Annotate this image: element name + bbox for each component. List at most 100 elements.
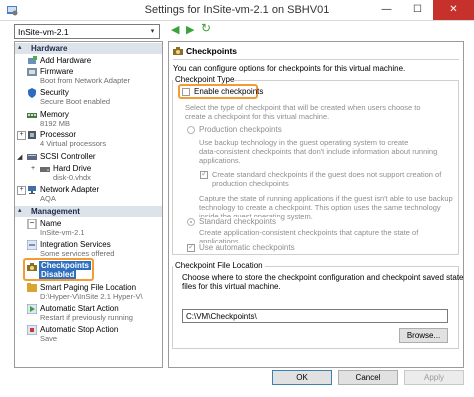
checkpoint-camera-icon bbox=[27, 263, 37, 271]
management-section-header[interactable]: ▴ Management bbox=[15, 206, 162, 217]
minimize-button[interactable]: — bbox=[371, 0, 402, 20]
panel-intro: You can configure options for checkpoint… bbox=[173, 64, 406, 73]
sidebar-item-automatic-stop[interactable]: Automatic Stop Action bbox=[40, 325, 118, 334]
automatic-stop-detail: Save bbox=[40, 334, 58, 343]
enable-checkpoints-checkbox[interactable] bbox=[182, 88, 190, 96]
close-button[interactable]: ✕ bbox=[433, 0, 474, 20]
collapse-scsi-icon[interactable]: ◢ bbox=[17, 153, 22, 161]
chevron-down-icon: ▾ bbox=[150, 28, 155, 35]
smart-paging-detail: D:\Hyper-V\InSite 2.1 Hyper-V\ bbox=[40, 292, 143, 301]
network-adapter-detail: AQA bbox=[40, 194, 56, 203]
sidebar-item-name[interactable]: Name bbox=[40, 219, 61, 228]
browse-button[interactable]: Browse... bbox=[399, 328, 448, 343]
checkpoint-location-value: C:\VM\Checkpoints\ bbox=[186, 312, 257, 321]
automatic-checkpoints-checkbox[interactable] bbox=[187, 242, 195, 252]
automatic-checkpoints-label[interactable]: Use automatic checkpoints bbox=[199, 243, 295, 252]
create-standard-label-2: production checkpoints bbox=[212, 179, 289, 188]
expand-processor-icon[interactable]: + bbox=[17, 131, 26, 140]
create-standard-label[interactable]: Create standard checkpoints if the guest… bbox=[212, 170, 441, 179]
sidebar-item-processor[interactable]: Processor bbox=[40, 130, 76, 139]
sidebar-item-firmware[interactable]: Firmware bbox=[40, 67, 73, 76]
production-description: Use backup technology in the guest opera… bbox=[199, 138, 409, 147]
firmware-detail: Boot from Network Adapter bbox=[40, 76, 131, 85]
auto-start-icon bbox=[27, 304, 37, 314]
location-description: Choose where to store the checkpoint con… bbox=[182, 273, 464, 282]
title-bar: Settings for InSite-vm-2.1 on SBHV01 — ☐… bbox=[0, 0, 474, 21]
production-description-3: applications. bbox=[199, 156, 241, 165]
location-description-2: files for this virtual machine. bbox=[182, 282, 281, 291]
create-standard-checkbox[interactable] bbox=[200, 169, 208, 179]
smart-paging-icon bbox=[27, 283, 37, 292]
cancel-button[interactable]: Cancel bbox=[338, 370, 398, 385]
standard-description: Create application-consistent checkpoint… bbox=[199, 228, 419, 237]
location-border-left bbox=[172, 266, 173, 348]
maximize-button[interactable]: ☐ bbox=[402, 0, 433, 20]
location-border-bottom bbox=[172, 348, 459, 349]
sidebar-item-add-hardware[interactable]: Add Hardware bbox=[40, 56, 91, 65]
security-detail: Secure Boot enabled bbox=[40, 97, 111, 106]
automatic-start-detail: Restart if previously running bbox=[40, 313, 133, 322]
shield-icon bbox=[28, 88, 36, 98]
production-checkpoints-radio[interactable] bbox=[187, 126, 195, 134]
group-border-left bbox=[172, 80, 173, 254]
panel-title: Checkpoints bbox=[186, 46, 238, 56]
sidebar-item-checkpoints[interactable]: Checkpoints bbox=[39, 261, 92, 270]
location-group-label: Checkpoint File Location bbox=[175, 261, 263, 270]
name-icon bbox=[27, 219, 37, 229]
ok-button[interactable]: OK bbox=[272, 370, 332, 385]
standard-checkpoints-radio[interactable] bbox=[187, 218, 195, 226]
name-detail: InSite-vm-2.1 bbox=[40, 228, 85, 237]
hard-drive-icon bbox=[40, 167, 50, 172]
sidebar-item-memory[interactable]: Memory bbox=[40, 110, 69, 119]
processor-detail: 4 Virtual processors bbox=[40, 139, 107, 148]
production-checkpoints-label[interactable]: Production checkpoints bbox=[199, 125, 282, 134]
group-border-top bbox=[233, 80, 458, 81]
standard-checkpoints-label[interactable]: Standard checkpoints bbox=[199, 217, 280, 226]
sidebar-item-hard-drive[interactable]: Hard Drive bbox=[53, 164, 91, 173]
apply-button[interactable]: Apply bbox=[404, 370, 464, 385]
apps-description: Capture the state of running application… bbox=[199, 194, 453, 203]
network-adapter-icon bbox=[28, 186, 36, 194]
panel-title-divider bbox=[173, 59, 459, 60]
scsi-controller-icon bbox=[27, 154, 37, 160]
checkpoint-location-input[interactable]: C:\VM\Checkpoints\ bbox=[182, 309, 448, 323]
back-button[interactable]: ◀ bbox=[171, 23, 179, 36]
group-border-bottom bbox=[172, 254, 459, 255]
integration-services-icon bbox=[27, 240, 37, 250]
collapse-icon: ▴ bbox=[18, 44, 22, 51]
collapse-icon: ▴ bbox=[18, 207, 22, 214]
select-type-description: Select the type of checkpoint that will … bbox=[185, 103, 421, 112]
hardware-section-header[interactable]: ▴ Hardware bbox=[15, 43, 162, 54]
auto-stop-icon bbox=[27, 325, 37, 335]
processor-icon bbox=[28, 131, 36, 139]
enable-checkpoints-label[interactable]: Enable checkpoints bbox=[194, 87, 263, 96]
expand-hard-drive-icon[interactable]: + bbox=[31, 165, 35, 172]
select-type-description-2: create a checkpoint for this virtual mac… bbox=[185, 112, 330, 121]
memory-detail: 8192 MB bbox=[40, 119, 71, 128]
apps-description-2: technology to create a checkpoint. This … bbox=[199, 203, 441, 212]
checkpoint-type-group-label: Checkpoint Type bbox=[175, 75, 235, 84]
sidebar-item-integration-services[interactable]: Integration Services bbox=[40, 240, 111, 249]
checkpoints-panel: Checkpoints You can configure options fo… bbox=[168, 41, 464, 368]
firmware-icon bbox=[27, 68, 37, 76]
sidebar-item-smart-paging[interactable]: Smart Paging File Location bbox=[40, 283, 136, 292]
vm-selector-value: InSite-vm-2.1 bbox=[18, 27, 69, 37]
settings-tree: ▴ Hardware Add Hardware Firmware Boot fr… bbox=[14, 41, 163, 368]
hard-drive-detail: disk-0.vhdx bbox=[53, 173, 91, 182]
refresh-button[interactable]: ↻ bbox=[201, 21, 211, 35]
checkpoints-detail: Disabled bbox=[39, 270, 77, 279]
sidebar-item-security[interactable]: Security bbox=[40, 88, 69, 97]
group-border-right bbox=[458, 80, 459, 254]
add-hardware-icon bbox=[28, 56, 37, 64]
checkpoint-camera-icon bbox=[173, 47, 183, 55]
sidebar-item-scsi-controller[interactable]: SCSI Controller bbox=[40, 152, 96, 161]
vm-selector[interactable]: InSite-vm-2.1 ▾ bbox=[14, 24, 160, 39]
forward-button[interactable]: ▶ bbox=[186, 23, 194, 36]
sidebar-item-automatic-start[interactable]: Automatic Start Action bbox=[40, 304, 119, 313]
location-border-top bbox=[265, 266, 458, 267]
expand-network-icon[interactable]: + bbox=[17, 186, 26, 195]
integration-services-detail: Some services offered bbox=[40, 249, 115, 258]
sidebar-item-network-adapter[interactable]: Network Adapter bbox=[40, 185, 99, 194]
memory-icon bbox=[27, 113, 37, 118]
production-description-2: data-consistent checkpoints that don't i… bbox=[199, 147, 438, 156]
